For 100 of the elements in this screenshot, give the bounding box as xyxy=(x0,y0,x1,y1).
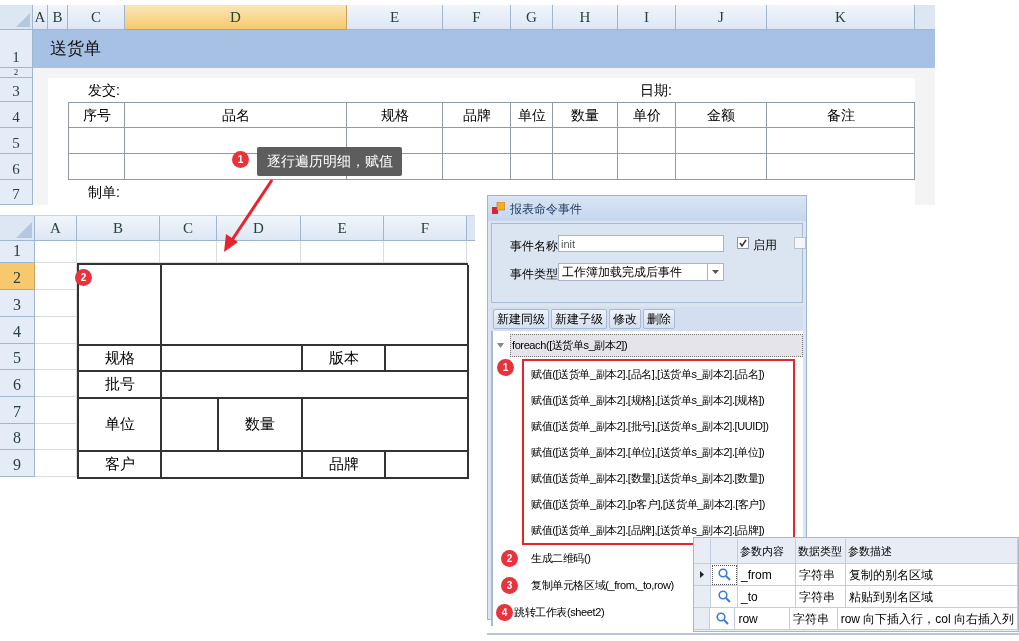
name-field[interactable]: init xyxy=(558,235,724,252)
table-cell: 品牌 xyxy=(303,452,386,479)
field-label: 制单: xyxy=(88,183,120,202)
column-header[interactable]: I xyxy=(618,5,676,30)
table-cell: 字符串 xyxy=(790,608,838,630)
row-header[interactable]: 6 xyxy=(0,154,33,180)
column-header[interactable]: G xyxy=(511,5,553,30)
toolbar-button[interactable]: 删除 xyxy=(643,309,675,329)
tree-item[interactable]: 生成二维码() xyxy=(530,550,592,567)
table-cell xyxy=(443,128,511,154)
row-header[interactable]: 8 xyxy=(0,424,35,450)
column-header[interactable]: H xyxy=(553,5,618,30)
row-header[interactable]: 5 xyxy=(0,344,35,370)
search-icon[interactable] xyxy=(717,590,731,603)
search-icon[interactable] xyxy=(715,612,729,625)
number-badge: 2 xyxy=(75,269,92,286)
table-cell: row xyxy=(735,608,791,630)
column-header[interactable]: D xyxy=(217,216,301,241)
table-cell xyxy=(68,154,125,180)
column-header[interactable]: J xyxy=(676,5,767,30)
tree-item[interactable]: 赋值([送货单_副本2].[批号],[送货单s_副本2].[UUID]) xyxy=(530,417,770,435)
column-heading: 单价 xyxy=(618,102,676,128)
column-header[interactable]: C xyxy=(160,216,217,241)
sheet-title: 送货单 xyxy=(50,38,101,61)
column-header[interactable]: A xyxy=(33,5,48,30)
table-cell xyxy=(162,399,219,452)
number-badge: 4 xyxy=(496,604,513,621)
lookup-button[interactable] xyxy=(710,608,736,630)
column-header[interactable]: F xyxy=(384,216,467,241)
table-cell xyxy=(618,128,676,154)
column-header[interactable]: 参数内容 xyxy=(738,539,796,564)
column-header[interactable]: 数据类型 xyxy=(796,539,846,564)
checkbox[interactable] xyxy=(737,237,749,249)
expand-caret-icon[interactable] xyxy=(497,343,504,348)
row-header[interactable]: 6 xyxy=(0,370,35,397)
tree-item[interactable]: 复制单元格区域(_from,_to,row) xyxy=(530,577,675,594)
table-cell: 规格 xyxy=(79,346,162,372)
row-header[interactable]: 4 xyxy=(0,317,35,344)
column-header[interactable]: E xyxy=(347,5,443,30)
number-badge: 1 xyxy=(497,359,514,376)
tree-item[interactable]: 赋值([送货单_副本2].[p客户],[送货单_副本2].[客户]) xyxy=(530,495,766,513)
field-label: 日期: xyxy=(640,80,672,100)
current-row-pointer-icon xyxy=(700,571,704,578)
table-cell: 数量 xyxy=(219,399,303,452)
row-header[interactable]: 3 xyxy=(0,290,35,317)
tree-item[interactable]: 赋值([送货单_副本2].[品名],[送货单s_副本2].[品名]) xyxy=(530,365,766,383)
column-header[interactable]: A xyxy=(35,216,77,241)
column-heading: 规格 xyxy=(347,102,443,128)
row-header[interactable] xyxy=(694,564,711,586)
tree-item[interactable]: 赋值([送货单_副本2].[品牌],[送货单s_副本2].[品牌]) xyxy=(530,521,766,539)
row-header[interactable]: 3 xyxy=(0,78,33,102)
column-heading: 品名 xyxy=(125,102,347,128)
column-header[interactable]: E xyxy=(301,216,384,241)
column-header[interactable]: F xyxy=(443,5,511,30)
table-cell: 客户 xyxy=(79,452,162,479)
tree-item[interactable]: 跳转工作表(sheet2) xyxy=(513,604,606,621)
table-cell xyxy=(618,154,676,180)
checkbox-label: 启用 xyxy=(753,237,777,254)
row-header[interactable]: 1 xyxy=(0,241,35,263)
column-header[interactable]: C xyxy=(68,5,125,30)
column-header[interactable]: K xyxy=(767,5,915,30)
row-header[interactable]: 4 xyxy=(0,102,33,128)
lookup-button[interactable] xyxy=(711,564,738,586)
column-heading: 序号 xyxy=(68,102,125,128)
column-header[interactable]: D xyxy=(125,5,347,30)
column-header[interactable]: 参数描述 xyxy=(846,539,1018,564)
table-cell: 批号 xyxy=(79,372,162,399)
type-dropdown[interactable]: 工作簿加载完成后事件 xyxy=(558,263,724,281)
row-header[interactable]: 2 xyxy=(0,263,35,290)
tree-item[interactable]: foreach([送货单s_副本2]) xyxy=(510,334,803,357)
tree-item[interactable]: 赋值([送货单_副本2].[数量],[送货单s_副本2].[数量]) xyxy=(530,469,766,487)
grid-cell xyxy=(35,241,77,263)
column-heading: 单位 xyxy=(511,102,553,128)
tree-item[interactable]: 赋值([送货单_副本2].[单位],[送货单s_副本2].[单位]) xyxy=(530,443,766,461)
app-icon xyxy=(492,202,505,215)
row-header[interactable]: 7 xyxy=(0,180,33,205)
table-cell xyxy=(553,128,618,154)
column-heading: 数量 xyxy=(553,102,618,128)
table-cell xyxy=(68,128,125,154)
column-header[interactable]: B xyxy=(77,216,160,241)
toolbar-button[interactable]: 修改 xyxy=(609,309,641,329)
row-header[interactable]: 7 xyxy=(0,397,35,424)
column-header[interactable]: B xyxy=(48,5,68,30)
field-label: 发交: xyxy=(88,80,120,100)
toolbar-button[interactable]: 新建子级 xyxy=(551,309,607,329)
row-header[interactable]: 2 xyxy=(0,68,33,78)
row-header[interactable]: 9 xyxy=(0,450,35,477)
column-heading: 品牌 xyxy=(443,102,511,128)
table-cell: row 向下插入行，col 向右插入列 xyxy=(837,608,1018,630)
field-label: 事件类型 xyxy=(510,266,558,283)
tooltip: 逐行遍历明细，赋值 xyxy=(257,147,402,176)
search-icon[interactable] xyxy=(717,568,731,581)
toolbar-button[interactable]: 新建同级 xyxy=(493,309,549,329)
number-badge: 3 xyxy=(501,577,518,594)
row-header[interactable]: 5 xyxy=(0,128,33,154)
dropdown-caret-icon xyxy=(712,270,719,274)
tree-item[interactable]: 赋值([送货单_副本2].[规格],[送货单s_副本2].[规格]) xyxy=(530,391,766,409)
checkbox[interactable] xyxy=(794,237,806,249)
row-header[interactable]: 1 xyxy=(0,30,33,68)
header-filler xyxy=(467,216,475,241)
